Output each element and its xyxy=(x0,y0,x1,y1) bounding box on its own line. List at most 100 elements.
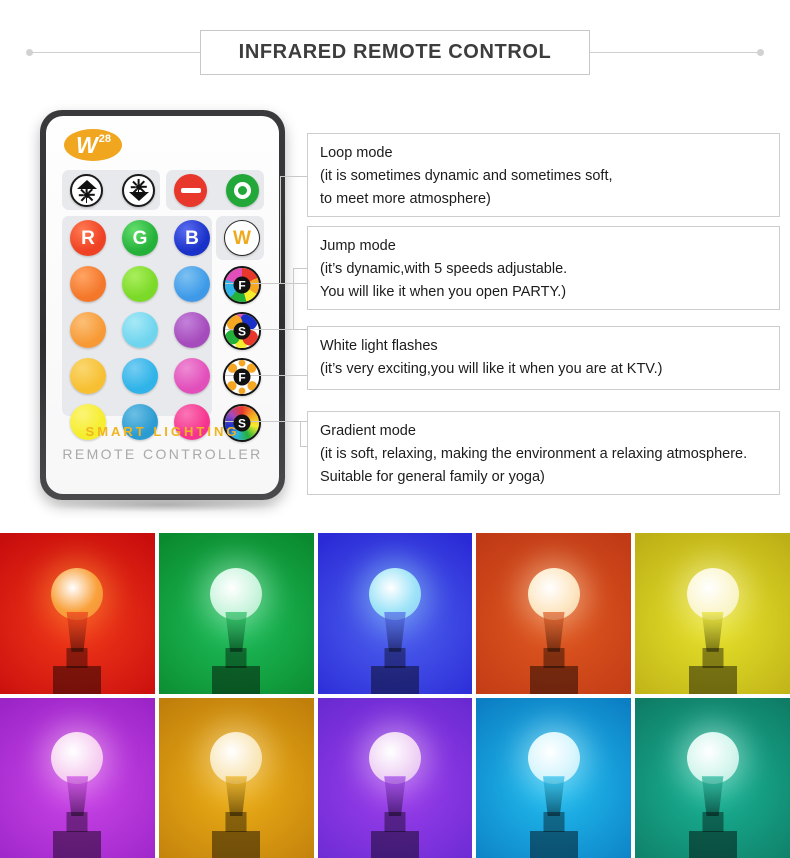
light-bulb xyxy=(204,533,268,694)
color-button-blue[interactable]: B xyxy=(174,220,210,256)
bulb-socket xyxy=(529,830,578,858)
header-rule-right xyxy=(587,52,762,53)
color-button-label: R xyxy=(81,227,95,249)
power-on-button[interactable] xyxy=(226,174,259,207)
panel-line-2: Suitable for general family or yoga) xyxy=(320,468,545,485)
light-bulb xyxy=(681,698,745,858)
strobe-mode-button[interactable]: S xyxy=(223,312,261,350)
bulb-socket xyxy=(212,666,261,694)
info-panel-white-light-flashes: White light flashes (it’s very exciting,… xyxy=(307,326,780,390)
flash-mode-button[interactable]: F xyxy=(223,266,261,304)
page-header: INFRARED REMOTE CONTROL xyxy=(0,0,790,105)
bulb-base xyxy=(225,812,247,833)
page-title: INFRARED REMOTE CONTROL xyxy=(238,41,552,63)
mode-label: S xyxy=(233,414,251,432)
bulb-photo-red xyxy=(0,533,155,694)
panel-line-1: (it is soft, relaxing, making the enviro… xyxy=(320,445,748,462)
remote-control: W 28 R G B W F S F S SMART LIGHTING REMO… xyxy=(40,110,285,500)
light-bulb xyxy=(681,533,745,694)
bulb-socket xyxy=(53,666,102,694)
panel-line-1: (it’s very exciting,you will like it whe… xyxy=(320,360,663,377)
brand-logo-w28: W 28 xyxy=(64,129,122,161)
connector-line-4-v xyxy=(300,421,301,446)
brightness-down-button[interactable] xyxy=(122,174,155,207)
bulb-base xyxy=(384,812,406,833)
power-ring-icon xyxy=(234,182,251,199)
mode-label: F xyxy=(233,368,251,386)
color-swatch[interactable] xyxy=(122,312,158,348)
bulb-base xyxy=(384,647,406,668)
remote-face: W 28 R G B W F S F S SMART LIGHTING REMO… xyxy=(46,116,279,494)
header-rule-left xyxy=(28,52,203,53)
sun-icon xyxy=(78,186,95,203)
bulb-base xyxy=(543,647,565,668)
power-off-button[interactable] xyxy=(174,174,207,207)
remote-drop-shadow xyxy=(48,498,278,512)
panel-title: Jump mode xyxy=(320,238,396,254)
bulb-base xyxy=(543,812,565,833)
connector-line-1-v xyxy=(280,176,281,284)
bulb-socket xyxy=(688,830,737,858)
light-bulb xyxy=(363,698,427,858)
color-swatch[interactable] xyxy=(174,312,210,348)
bulb-socket xyxy=(370,666,419,694)
light-bulb xyxy=(45,698,109,858)
panel-line-1: (it’s dynamic,with 5 speeds adjustable. xyxy=(320,260,568,277)
bulb-photo-green xyxy=(158,533,314,694)
color-button-label: B xyxy=(185,227,199,249)
connector-line-2-h xyxy=(293,268,307,269)
color-button-white[interactable]: W xyxy=(224,220,260,256)
bulb-base xyxy=(225,647,247,668)
light-bulb xyxy=(45,533,109,694)
bulb-base xyxy=(702,647,724,668)
color-swatch[interactable] xyxy=(122,358,158,394)
panel-title: Gradient mode xyxy=(320,423,416,439)
color-swatch[interactable] xyxy=(174,358,210,394)
connector-line-2-v xyxy=(293,268,294,330)
color-button-green[interactable]: G xyxy=(122,220,158,256)
bulb-base xyxy=(66,812,88,833)
logo-number: 28 xyxy=(98,132,111,145)
connector-line-1-h xyxy=(280,176,307,177)
light-bulb xyxy=(363,533,427,694)
bulb-base xyxy=(702,812,724,833)
bulb-photo-orange xyxy=(476,533,632,694)
color-button-label: G xyxy=(132,227,148,249)
sun-icon xyxy=(130,178,147,195)
bulb-photo-amber xyxy=(158,697,314,858)
color-swatch[interactable] xyxy=(70,358,106,394)
panel-title: White light flashes xyxy=(320,338,438,354)
color-button-red[interactable]: R xyxy=(70,220,106,256)
color-swatch[interactable] xyxy=(70,312,106,348)
bulb-socket xyxy=(53,830,102,858)
minus-icon xyxy=(180,188,201,193)
bulb-photo-blue xyxy=(317,533,473,694)
remote-brand-line-2: REMOTE CONTROLLER xyxy=(62,446,263,462)
panel-title: Loop mode xyxy=(320,145,393,161)
bulb-socket xyxy=(370,830,419,858)
color-swatch[interactable] xyxy=(70,266,106,302)
logo-letter: W xyxy=(76,131,98,158)
panel-line-1: (it is sometimes dynamic and sometimes s… xyxy=(320,167,613,184)
bulb-photo-violet xyxy=(317,697,473,858)
bulb-photo-teal xyxy=(635,697,790,858)
color-swatch[interactable] xyxy=(174,266,210,302)
info-panel-gradient-mode: Gradient mode (it is soft, relaxing, mak… xyxy=(307,411,780,495)
color-swatch[interactable] xyxy=(122,266,158,302)
light-bulb xyxy=(204,698,268,858)
light-bulb xyxy=(522,533,586,694)
light-bulb xyxy=(522,698,586,858)
bulb-photo-cyan xyxy=(476,697,632,858)
connector-line-4-h xyxy=(300,446,307,447)
color-button-label: W xyxy=(233,227,251,249)
info-panel-jump-mode: Jump mode (it’s dynamic,with 5 speeds ad… xyxy=(307,226,780,310)
mode-label: S xyxy=(233,322,251,340)
info-panel-loop-mode: Loop mode (it is sometimes dynamic and s… xyxy=(307,133,780,217)
bulb-socket xyxy=(529,666,578,694)
bulb-photo-yellow xyxy=(635,533,790,694)
fade-mode-button[interactable]: F xyxy=(223,358,261,396)
page-root: INFRARED REMOTE CONTROL W 28 R G B W F S… xyxy=(0,0,790,858)
mode-label: F xyxy=(233,276,251,294)
bulb-socket xyxy=(212,830,261,858)
brightness-up-button[interactable] xyxy=(70,174,103,207)
